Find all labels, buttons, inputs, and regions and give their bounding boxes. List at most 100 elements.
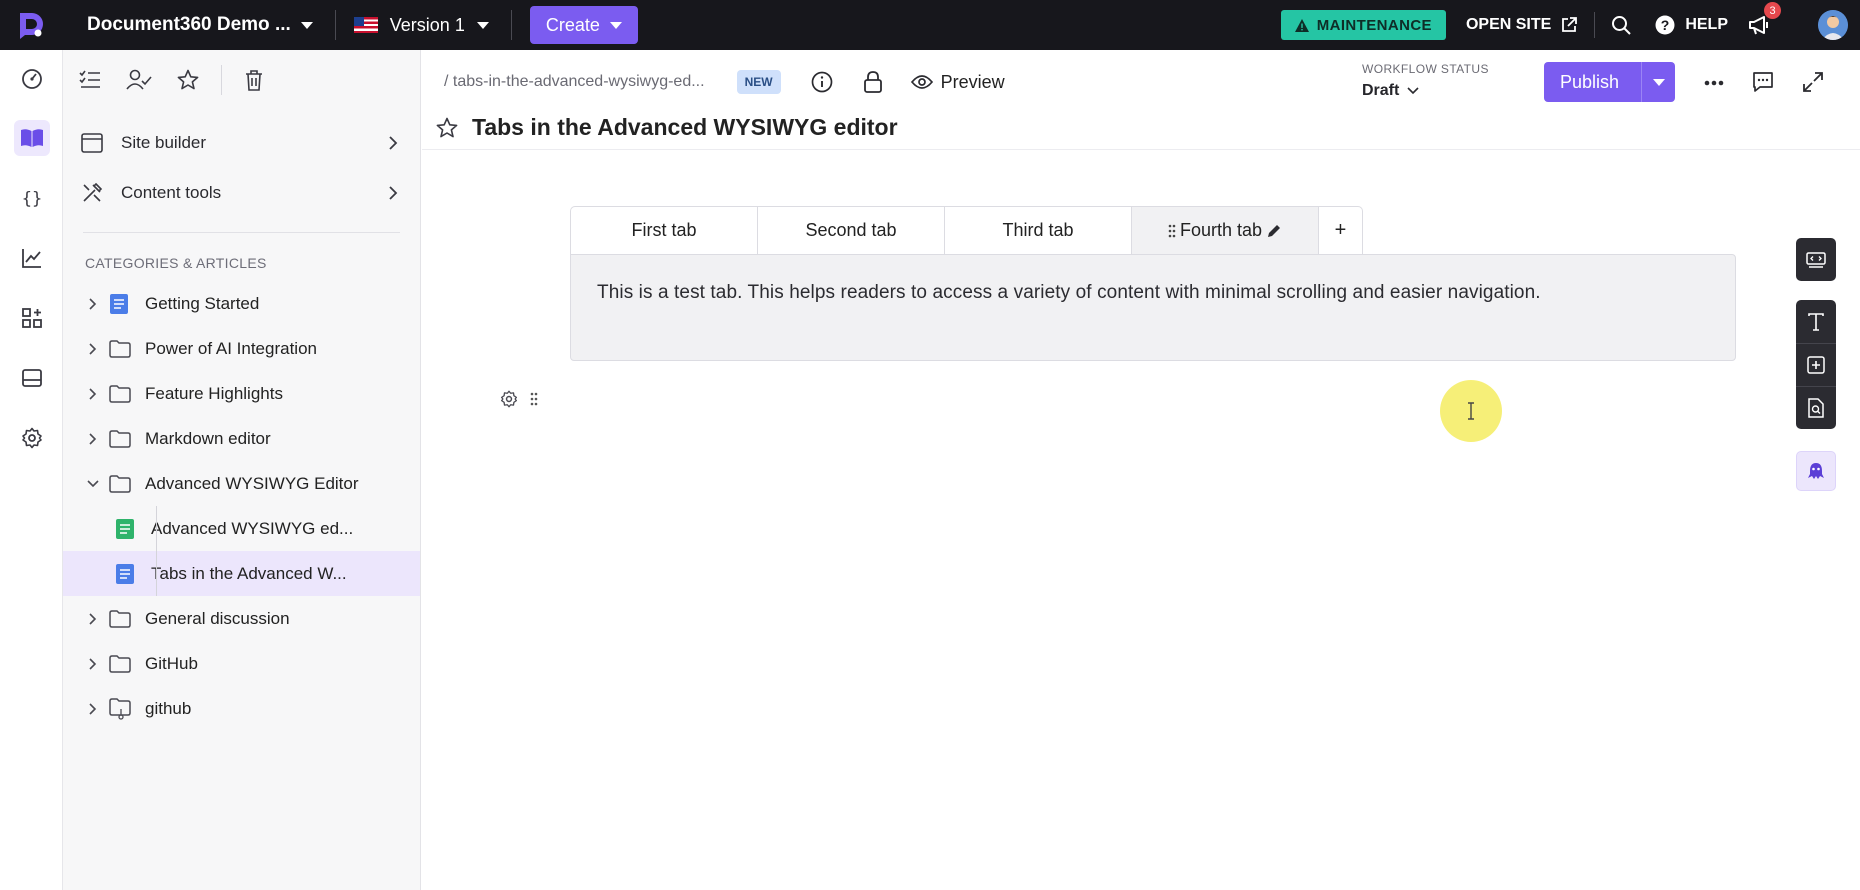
site-builder-nav[interactable]: Site builder [63, 118, 420, 168]
chevron-right-icon[interactable] [85, 296, 101, 312]
divider [1594, 12, 1596, 38]
tab-content-text[interactable]: This is a test tab. This helps readers t… [597, 282, 1541, 303]
drag-handle-icon[interactable] [1168, 224, 1176, 238]
tabs-widget: First tab Second tab Third tab Fourth ta… [570, 206, 1363, 254]
chevron-right-icon[interactable] [85, 386, 101, 402]
rail-api-docs[interactable]: {} [0, 168, 63, 228]
chevron-right-icon[interactable] [85, 431, 101, 447]
tree-item-label: github [145, 698, 192, 718]
block-settings-icon[interactable] [500, 390, 518, 408]
notifications-button[interactable]: 3 [1748, 2, 1781, 35]
settings-icon [21, 427, 42, 449]
recycle-bin-icon[interactable] [244, 69, 264, 91]
tree-item-label: Advanced WYSIWYG ed... [151, 518, 354, 538]
add-tab-button[interactable]: + [1318, 206, 1363, 254]
chevron-right-icon[interactable] [85, 656, 101, 672]
maintenance-badge[interactable]: MAINTENANCE [1280, 10, 1446, 40]
create-label: Create [545, 14, 600, 35]
module-rail: {} [0, 50, 63, 890]
article-title[interactable]: Tabs in the Advanced WYSIWYG editor [472, 114, 898, 141]
tree-guide-line [156, 506, 157, 551]
notification-count-badge: 3 [1764, 2, 1781, 19]
text-format-icon [1808, 312, 1824, 331]
tree-item-label: General discussion [145, 608, 290, 628]
avatar[interactable] [1818, 10, 1848, 40]
tree-item-label: GitHub [145, 653, 198, 673]
eddy-ai-icon [1808, 463, 1824, 479]
help-menu[interactable]: ? HELP [1655, 15, 1728, 35]
text-cursor-icon [1468, 402, 1474, 420]
rail-settings[interactable] [0, 408, 63, 468]
tree-item-power-of-ai[interactable]: Power of AI Integration [63, 326, 420, 371]
project-switcher[interactable]: Document360 Demo ... [87, 14, 313, 36]
find-in-document-button[interactable] [1796, 386, 1836, 429]
rail-integrations[interactable] [0, 288, 63, 348]
publish-options-button[interactable] [1641, 62, 1675, 102]
tab-third[interactable]: Third tab [944, 206, 1131, 254]
search-icon[interactable] [1611, 15, 1632, 35]
tab-content-panel[interactable]: This is a test tab. This helps readers t… [570, 254, 1736, 361]
chevron-down-icon [1407, 87, 1419, 95]
text-format-button[interactable] [1796, 300, 1836, 343]
tree-item-general-discussion[interactable]: General discussion [63, 596, 420, 641]
tools-icon [83, 182, 103, 202]
open-site-link[interactable]: OPEN SITE [1466, 16, 1578, 34]
content-tools-nav[interactable]: Content tools [63, 168, 420, 218]
chevron-right-icon [389, 136, 398, 150]
document360-logo[interactable] [0, 0, 62, 50]
breadcrumb: / tabs-in-the-advanced-wysiwyg-ed... NEW… [444, 70, 1005, 94]
my-assignments-icon[interactable] [126, 69, 152, 91]
widgets-icon [21, 369, 42, 387]
tree-guide-line [156, 551, 157, 596]
tree-item-advanced-wysiwyg-article[interactable]: Advanced WYSIWYG ed... [63, 506, 420, 551]
chevron-right-icon[interactable] [85, 701, 101, 717]
chevron-down-icon[interactable] [85, 476, 101, 492]
tab-second[interactable]: Second tab [757, 206, 944, 254]
embed-button[interactable] [1796, 238, 1836, 281]
chevron-right-icon[interactable] [85, 341, 101, 357]
all-articles-icon[interactable] [79, 70, 101, 90]
open-site-label: OPEN SITE [1465, 16, 1552, 33]
tree-item-getting-started[interactable]: Getting Started [63, 281, 420, 326]
tab-fourth[interactable]: Fourth tab [1131, 206, 1318, 254]
eddy-ai-button[interactable] [1796, 451, 1836, 491]
tree-item-advanced-wysiwyg[interactable]: Advanced WYSIWYG Editor [63, 461, 420, 506]
chevron-right-icon[interactable] [85, 611, 101, 627]
lock-icon[interactable] [863, 71, 883, 93]
tree-item-github-lowercase[interactable]: github [63, 686, 420, 731]
workflow-status-dropdown[interactable]: Draft [1362, 82, 1489, 100]
tree-item-tabs-article[interactable]: Tabs in the Advanced W... [63, 551, 420, 596]
top-right-actions: MAINTENANCE OPEN SITE ? HELP 3 [1280, 0, 1860, 50]
help-icon: ? [1655, 15, 1675, 35]
rail-documentation[interactable] [0, 108, 63, 168]
rail-widgets[interactable] [0, 348, 63, 408]
tree-item-github[interactable]: GitHub [63, 641, 420, 686]
rail-dashboard[interactable] [0, 50, 63, 108]
expand-icon[interactable] [1802, 71, 1824, 93]
more-options-icon[interactable] [1704, 80, 1724, 86]
edit-pencil-icon[interactable] [1266, 223, 1282, 239]
starred-icon[interactable] [177, 69, 199, 91]
publish-button-group: Publish [1544, 62, 1676, 102]
create-button[interactable]: Create [529, 6, 638, 44]
insert-block-button[interactable] [1796, 343, 1836, 386]
info-icon[interactable] [811, 71, 833, 93]
article-blue-icon [115, 563, 139, 585]
tab-first[interactable]: First tab [570, 206, 757, 254]
page-icon [109, 293, 133, 315]
workflow-status-label: WORKFLOW STATUS [1362, 62, 1489, 76]
rail-analytics[interactable] [0, 228, 63, 288]
version-label: Version 1 [389, 14, 465, 35]
block-drag-handle-icon[interactable] [530, 392, 538, 406]
tab-fourth-label: Fourth tab [1179, 220, 1263, 240]
tree-item-feature-highlights[interactable]: Feature Highlights [63, 371, 420, 416]
preview-button[interactable]: Preview [910, 72, 1005, 93]
version-switcher[interactable]: Version 1 [353, 14, 489, 36]
tree-item-label: Feature Highlights [145, 383, 283, 403]
publish-button[interactable]: Publish [1544, 62, 1641, 102]
help-label: HELP [1685, 16, 1728, 33]
comments-icon[interactable] [1752, 71, 1774, 93]
article-slug[interactable]: / tabs-in-the-advanced-wysiwyg-ed... [444, 73, 705, 91]
favorite-star-icon[interactable] [436, 117, 458, 139]
tree-item-markdown-editor[interactable]: Markdown editor [63, 416, 420, 461]
